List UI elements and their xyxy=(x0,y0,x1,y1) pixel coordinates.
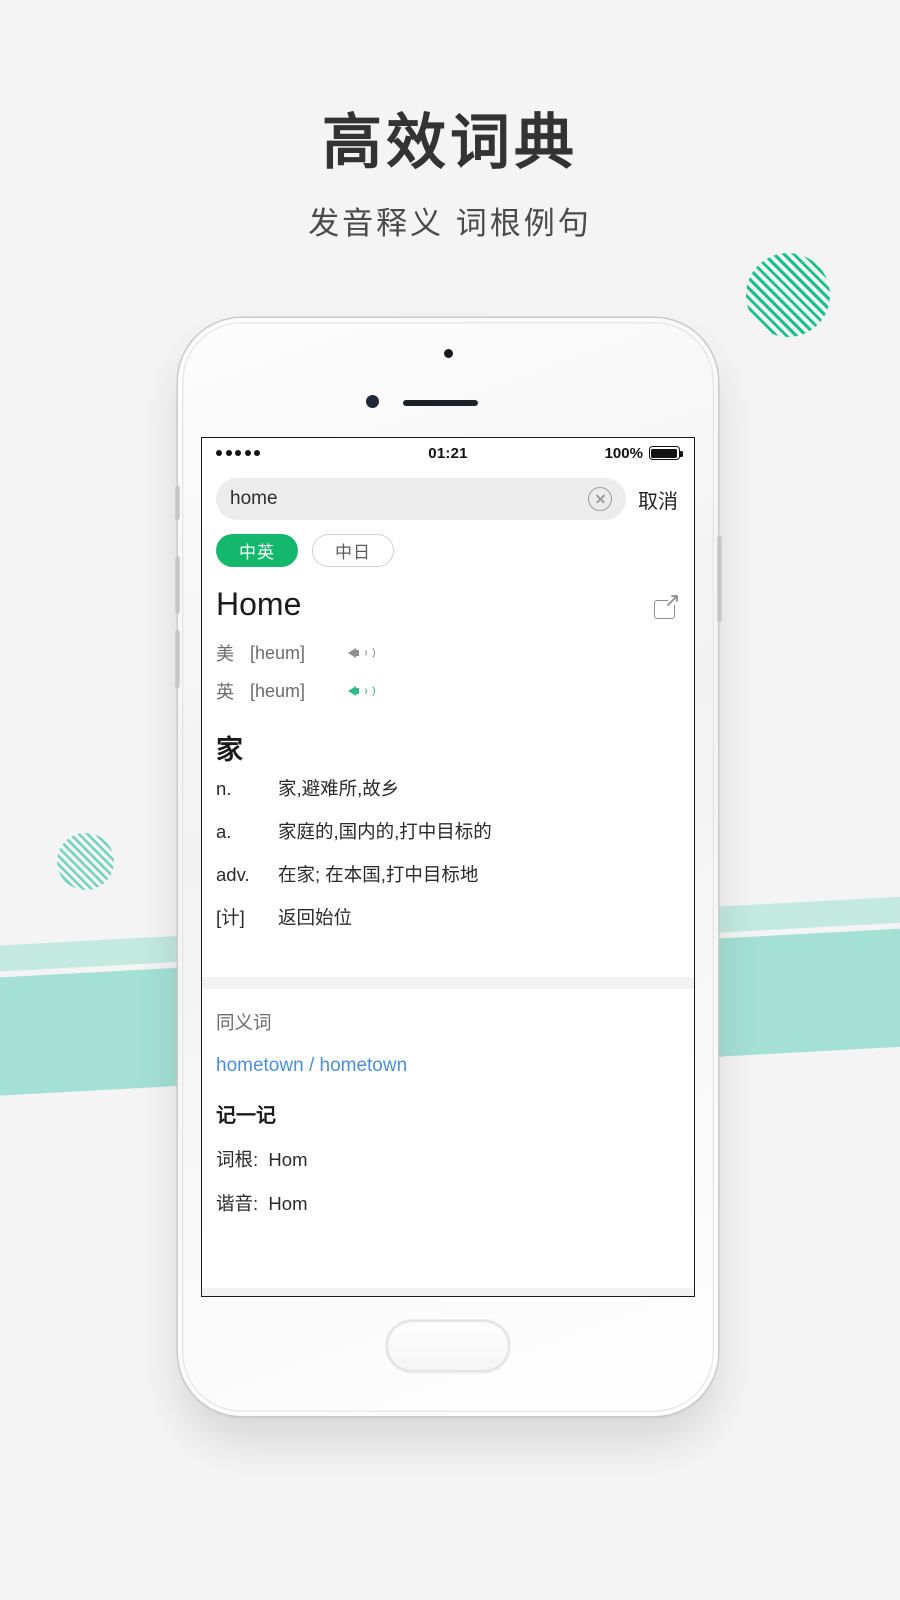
headword: Home xyxy=(216,586,302,622)
signal-strength-icon xyxy=(216,450,369,456)
word-header: Home 美 [heum] 英 [heum] xyxy=(202,571,694,710)
cancel-button[interactable]: 取消 xyxy=(638,485,680,514)
front-camera-icon xyxy=(366,395,379,408)
synonyms-section: 同义词 hometown / hometown 记一记 词根: Hom 谐音: … xyxy=(202,989,694,1216)
battery-percent-label: 100% xyxy=(604,444,643,462)
phonetic-ipa-us: [heum] xyxy=(250,642,306,663)
volume-up-button[interactable] xyxy=(174,556,180,614)
phonetics-list: 美 [heum] 英 [heum] xyxy=(216,634,680,710)
phone-mockup: 01:21 100% home 取消 中英 中日 Home 美 [heum] 英… xyxy=(174,318,722,1416)
definition-row: adv. 在家; 在本国,打中目标地 xyxy=(216,861,680,904)
headword-translation: 家 xyxy=(216,735,243,766)
status-bar-time: 01:21 xyxy=(428,444,468,462)
mnemonic-row-root: 词根: Hom xyxy=(216,1146,680,1172)
mnemonic-row-homophone: 谐音: Hom xyxy=(216,1190,680,1216)
definition-pos: [计] xyxy=(216,907,245,929)
definition-row: [计] 返回始位 xyxy=(216,904,680,947)
mute-switch-button[interactable] xyxy=(174,486,180,520)
speaker-icon-uk[interactable] xyxy=(348,682,375,700)
clear-circle-icon[interactable] xyxy=(588,487,612,511)
definition-pos: n. xyxy=(216,778,232,800)
language-tab-group: 中英 中日 xyxy=(202,528,694,571)
definition-text: 家庭的,国内的,打中目标的 xyxy=(278,821,492,843)
status-bar: 01:21 100% xyxy=(202,438,694,468)
headline-group: 高效词典 发音释义 词根例句 xyxy=(0,0,900,243)
mnemonic-value-root: Hom xyxy=(268,1149,308,1171)
striped-circle-green-icon xyxy=(746,253,830,337)
search-input-value: home xyxy=(230,488,278,509)
home-button[interactable] xyxy=(386,1320,510,1372)
power-button[interactable] xyxy=(716,536,722,622)
phonetic-row-uk: 英 [heum] xyxy=(216,672,680,710)
phonetic-region-uk: 英 xyxy=(216,682,234,703)
status-bar-right: 100% xyxy=(527,444,683,462)
phonetic-row-us: 美 [heum] xyxy=(216,634,680,672)
speaker-icon-us[interactable] xyxy=(348,644,375,662)
volume-down-button[interactable] xyxy=(174,630,180,688)
synonym-link[interactable]: hometown / hometown xyxy=(216,1055,680,1077)
definition-row: a. 家庭的,国内的,打中目标的 xyxy=(216,818,680,861)
page-subtitle: 发音释义 词根例句 xyxy=(308,206,592,241)
mnemonic-key-root: 词根: xyxy=(216,1149,259,1171)
mnemonic-title: 记一记 xyxy=(216,1105,276,1128)
phone-screen: 01:21 100% home 取消 中英 中日 Home 美 [heum] 英… xyxy=(201,437,695,1297)
search-bar: home 取消 xyxy=(202,468,694,528)
definition-text: 在家; 在本国,打中目标地 xyxy=(278,864,479,886)
battery-icon xyxy=(648,446,683,460)
page-title: 高效词典 xyxy=(322,109,578,176)
definition-pos: adv. xyxy=(216,864,250,886)
definition-pos: a. xyxy=(216,821,232,843)
earpiece-speaker xyxy=(403,400,478,406)
synonyms-label: 同义词 xyxy=(216,1012,272,1034)
share-arrow-icon xyxy=(667,595,678,606)
phonetic-ipa-uk: [heum] xyxy=(250,680,306,701)
screen-bottom-strip xyxy=(202,1288,694,1296)
definition-text: 家,避难所,故乡 xyxy=(278,778,400,800)
rear-camera-dot-icon xyxy=(443,349,453,358)
app-store-screenshot: 高效词典 发音释义 词根例句 01:21 100% home 取消 中英 中日 … xyxy=(0,0,900,1600)
phonetic-region-us: 美 xyxy=(216,644,234,665)
mnemonic-key-homophone: 谐音: xyxy=(216,1193,259,1215)
striped-circle-mint-icon xyxy=(57,833,114,890)
tab-chinese-english[interactable]: 中英 xyxy=(216,534,298,567)
mnemonic-value-homophone: Hom xyxy=(268,1193,308,1215)
definition-list: n. 家,避难所,故乡 a. 家庭的,国内的,打中目标的 adv. 在家; 在本… xyxy=(202,767,694,947)
tab-chinese-japanese[interactable]: 中日 xyxy=(312,534,394,567)
share-icon[interactable] xyxy=(654,593,680,619)
definition-text: 返回始位 xyxy=(278,907,353,929)
section-divider xyxy=(202,977,694,990)
definition-row: n. 家,避难所,故乡 xyxy=(216,775,680,818)
search-input[interactable]: home xyxy=(216,478,626,520)
